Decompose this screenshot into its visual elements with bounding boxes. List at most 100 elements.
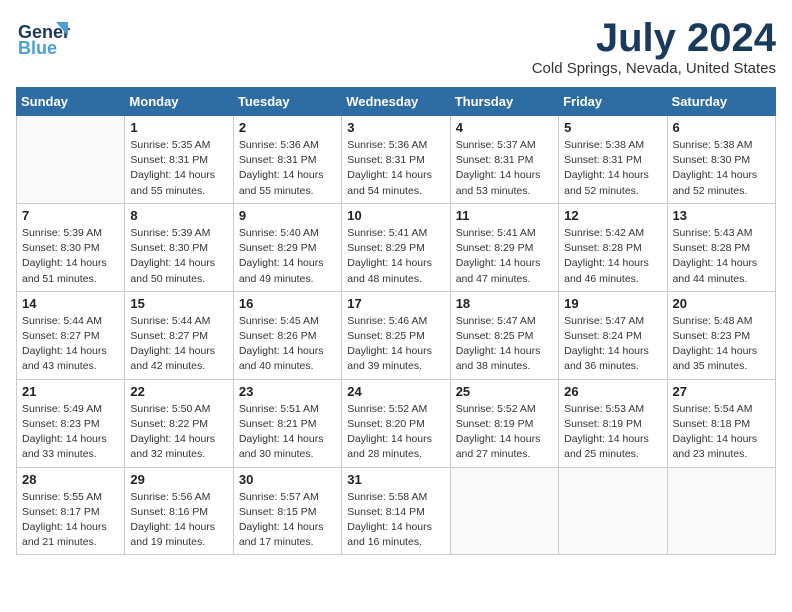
- calendar-cell: 29 Sunrise: 5:56 AMSunset: 8:16 PMDayligh…: [125, 467, 233, 555]
- calendar-header-friday: Friday: [559, 88, 667, 116]
- calendar-cell: 3 Sunrise: 5:36 AMSunset: 8:31 PMDaylight…: [342, 116, 450, 204]
- calendar-cell: 12Sunrise: 5:42 AMSunset: 8:28 PMDayligh…: [559, 203, 667, 291]
- day-number: 13: [673, 208, 770, 223]
- day-number: 6: [673, 120, 770, 135]
- calendar-cell: 17 Sunrise: 5:46 AMSunset: 8:25 PMDayligh…: [342, 291, 450, 379]
- calendar-header-sunday: Sunday: [17, 88, 125, 116]
- day-number: 5: [564, 120, 661, 135]
- calendar-cell: 31 Sunrise: 5:58 AMSunset: 8:14 PMDayligh…: [342, 467, 450, 555]
- day-number: 17: [347, 296, 444, 311]
- day-info: Sunrise: 5:39 AMSunset: 8:30 PMDaylight:…: [130, 226, 227, 287]
- calendar-cell: [450, 467, 558, 555]
- day-info: Sunrise: 5:41 AMSunset: 8:29 PMDaylight:…: [456, 226, 553, 287]
- calendar-week-row: 7 Sunrise: 5:39 AMSunset: 8:30 PMDaylight…: [17, 203, 776, 291]
- svg-text:Blue: Blue: [18, 38, 57, 58]
- day-info: Sunrise: 5:36 AMSunset: 8:31 PMDaylight:…: [239, 138, 336, 199]
- calendar-cell: 30 Sunrise: 5:57 AMSunset: 8:15 PMDayligh…: [233, 467, 341, 555]
- day-info: Sunrise: 5:53 AMSunset: 8:19 PMDaylight:…: [564, 402, 661, 463]
- day-info: Sunrise: 5:46 AMSunset: 8:25 PMDaylight:…: [347, 314, 444, 375]
- day-number: 29: [130, 472, 227, 487]
- day-info: Sunrise: 5:56 AMSunset: 8:16 PMDaylight:…: [130, 490, 227, 551]
- day-info: Sunrise: 5:47 AMSunset: 8:24 PMDaylight:…: [564, 314, 661, 375]
- day-number: 7: [22, 208, 119, 223]
- day-number: 31: [347, 472, 444, 487]
- calendar-cell: 15 Sunrise: 5:44 AMSunset: 8:27 PMDayligh…: [125, 291, 233, 379]
- calendar-cell: 7 Sunrise: 5:39 AMSunset: 8:30 PMDaylight…: [17, 203, 125, 291]
- day-info: Sunrise: 5:49 AMSunset: 8:23 PMDaylight:…: [22, 402, 119, 463]
- calendar-week-row: 1 Sunrise: 5:35 AMSunset: 8:31 PMDaylight…: [17, 116, 776, 204]
- day-info: Sunrise: 5:38 AMSunset: 8:31 PMDaylight:…: [564, 138, 661, 199]
- day-number: 27: [673, 384, 770, 399]
- day-info: Sunrise: 5:41 AMSunset: 8:29 PMDaylight:…: [347, 226, 444, 287]
- day-number: 1: [130, 120, 227, 135]
- day-number: 24: [347, 384, 444, 399]
- day-number: 28: [22, 472, 119, 487]
- day-info: Sunrise: 5:47 AMSunset: 8:25 PMDaylight:…: [456, 314, 553, 375]
- calendar-cell: 6 Sunrise: 5:38 AMSunset: 8:30 PMDaylight…: [667, 116, 775, 204]
- calendar-cell: 2 Sunrise: 5:36 AMSunset: 8:31 PMDaylight…: [233, 116, 341, 204]
- calendar-cell: 28 Sunrise: 5:55 AMSunset: 8:17 PMDayligh…: [17, 467, 125, 555]
- day-number: 10: [347, 208, 444, 223]
- month-year: July 2024: [532, 16, 776, 60]
- day-info: Sunrise: 5:52 AMSunset: 8:19 PMDaylight:…: [456, 402, 553, 463]
- day-info: Sunrise: 5:48 AMSunset: 8:23 PMDaylight:…: [673, 314, 770, 375]
- calendar-week-row: 21 Sunrise: 5:49 AMSunset: 8:23 PMDayligh…: [17, 379, 776, 467]
- logo: General Blue: [16, 16, 70, 64]
- calendar-cell: 10 Sunrise: 5:41 AMSunset: 8:29 PMDayligh…: [342, 203, 450, 291]
- calendar-cell: 11 Sunrise: 5:41 AMSunset: 8:29 PMDayligh…: [450, 203, 558, 291]
- calendar-cell: 22 Sunrise: 5:50 AMSunset: 8:22 PMDayligh…: [125, 379, 233, 467]
- day-info: Sunrise: 5:35 AMSunset: 8:31 PMDaylight:…: [130, 138, 227, 199]
- day-info: Sunrise: 5:52 AMSunset: 8:20 PMDaylight:…: [347, 402, 444, 463]
- calendar-cell: 23 Sunrise: 5:51 AMSunset: 8:21 PMDayligh…: [233, 379, 341, 467]
- day-info: Sunrise: 5:44 AMSunset: 8:27 PMDaylight:…: [22, 314, 119, 375]
- calendar-cell: 27 Sunrise: 5:54 AMSunset: 8:18 PMDayligh…: [667, 379, 775, 467]
- day-number: 20: [673, 296, 770, 311]
- calendar-header-row: SundayMondayTuesdayWednesdayThursdayFrid…: [17, 88, 776, 116]
- day-info: Sunrise: 5:37 AMSunset: 8:31 PMDaylight:…: [456, 138, 553, 199]
- day-number: 8: [130, 208, 227, 223]
- day-info: Sunrise: 5:51 AMSunset: 8:21 PMDaylight:…: [239, 402, 336, 463]
- location: Cold Springs, Nevada, United States: [532, 60, 776, 77]
- day-number: 2: [239, 120, 336, 135]
- calendar-cell: 24 Sunrise: 5:52 AMSunset: 8:20 PMDayligh…: [342, 379, 450, 467]
- calendar-header-saturday: Saturday: [667, 88, 775, 116]
- day-number: 23: [239, 384, 336, 399]
- day-number: 3: [347, 120, 444, 135]
- day-info: Sunrise: 5:43 AMSunset: 8:28 PMDaylight:…: [673, 226, 770, 287]
- day-number: 16: [239, 296, 336, 311]
- calendar-cell: 1 Sunrise: 5:35 AMSunset: 8:31 PMDaylight…: [125, 116, 233, 204]
- day-info: Sunrise: 5:50 AMSunset: 8:22 PMDaylight:…: [130, 402, 227, 463]
- day-number: 15: [130, 296, 227, 311]
- day-number: 12: [564, 208, 661, 223]
- calendar-cell: 18 Sunrise: 5:47 AMSunset: 8:25 PMDayligh…: [450, 291, 558, 379]
- calendar-table: SundayMondayTuesdayWednesdayThursdayFrid…: [16, 87, 776, 555]
- day-info: Sunrise: 5:54 AMSunset: 8:18 PMDaylight:…: [673, 402, 770, 463]
- calendar-header-tuesday: Tuesday: [233, 88, 341, 116]
- calendar-header-thursday: Thursday: [450, 88, 558, 116]
- day-info: Sunrise: 5:39 AMSunset: 8:30 PMDaylight:…: [22, 226, 119, 287]
- day-info: Sunrise: 5:45 AMSunset: 8:26 PMDaylight:…: [239, 314, 336, 375]
- day-number: 22: [130, 384, 227, 399]
- day-number: 25: [456, 384, 553, 399]
- calendar-cell: 21 Sunrise: 5:49 AMSunset: 8:23 PMDayligh…: [17, 379, 125, 467]
- day-number: 18: [456, 296, 553, 311]
- day-info: Sunrise: 5:38 AMSunset: 8:30 PMDaylight:…: [673, 138, 770, 199]
- day-number: 30: [239, 472, 336, 487]
- calendar-cell: [17, 116, 125, 204]
- day-info: Sunrise: 5:57 AMSunset: 8:15 PMDaylight:…: [239, 490, 336, 551]
- day-number: 9: [239, 208, 336, 223]
- calendar-cell: [559, 467, 667, 555]
- day-info: Sunrise: 5:58 AMSunset: 8:14 PMDaylight:…: [347, 490, 444, 551]
- day-number: 21: [22, 384, 119, 399]
- calendar-header-monday: Monday: [125, 88, 233, 116]
- calendar-cell: 16 Sunrise: 5:45 AMSunset: 8:26 PMDayligh…: [233, 291, 341, 379]
- calendar-cell: [667, 467, 775, 555]
- calendar-cell: 26 Sunrise: 5:53 AMSunset: 8:19 PMDayligh…: [559, 379, 667, 467]
- day-number: 11: [456, 208, 553, 223]
- day-info: Sunrise: 5:40 AMSunset: 8:29 PMDaylight:…: [239, 226, 336, 287]
- day-number: 26: [564, 384, 661, 399]
- day-info: Sunrise: 5:55 AMSunset: 8:17 PMDaylight:…: [22, 490, 119, 551]
- day-info: Sunrise: 5:36 AMSunset: 8:31 PMDaylight:…: [347, 138, 444, 199]
- day-info: Sunrise: 5:44 AMSunset: 8:27 PMDaylight:…: [130, 314, 227, 375]
- title-area: July 2024 Cold Springs, Nevada, United S…: [532, 16, 776, 77]
